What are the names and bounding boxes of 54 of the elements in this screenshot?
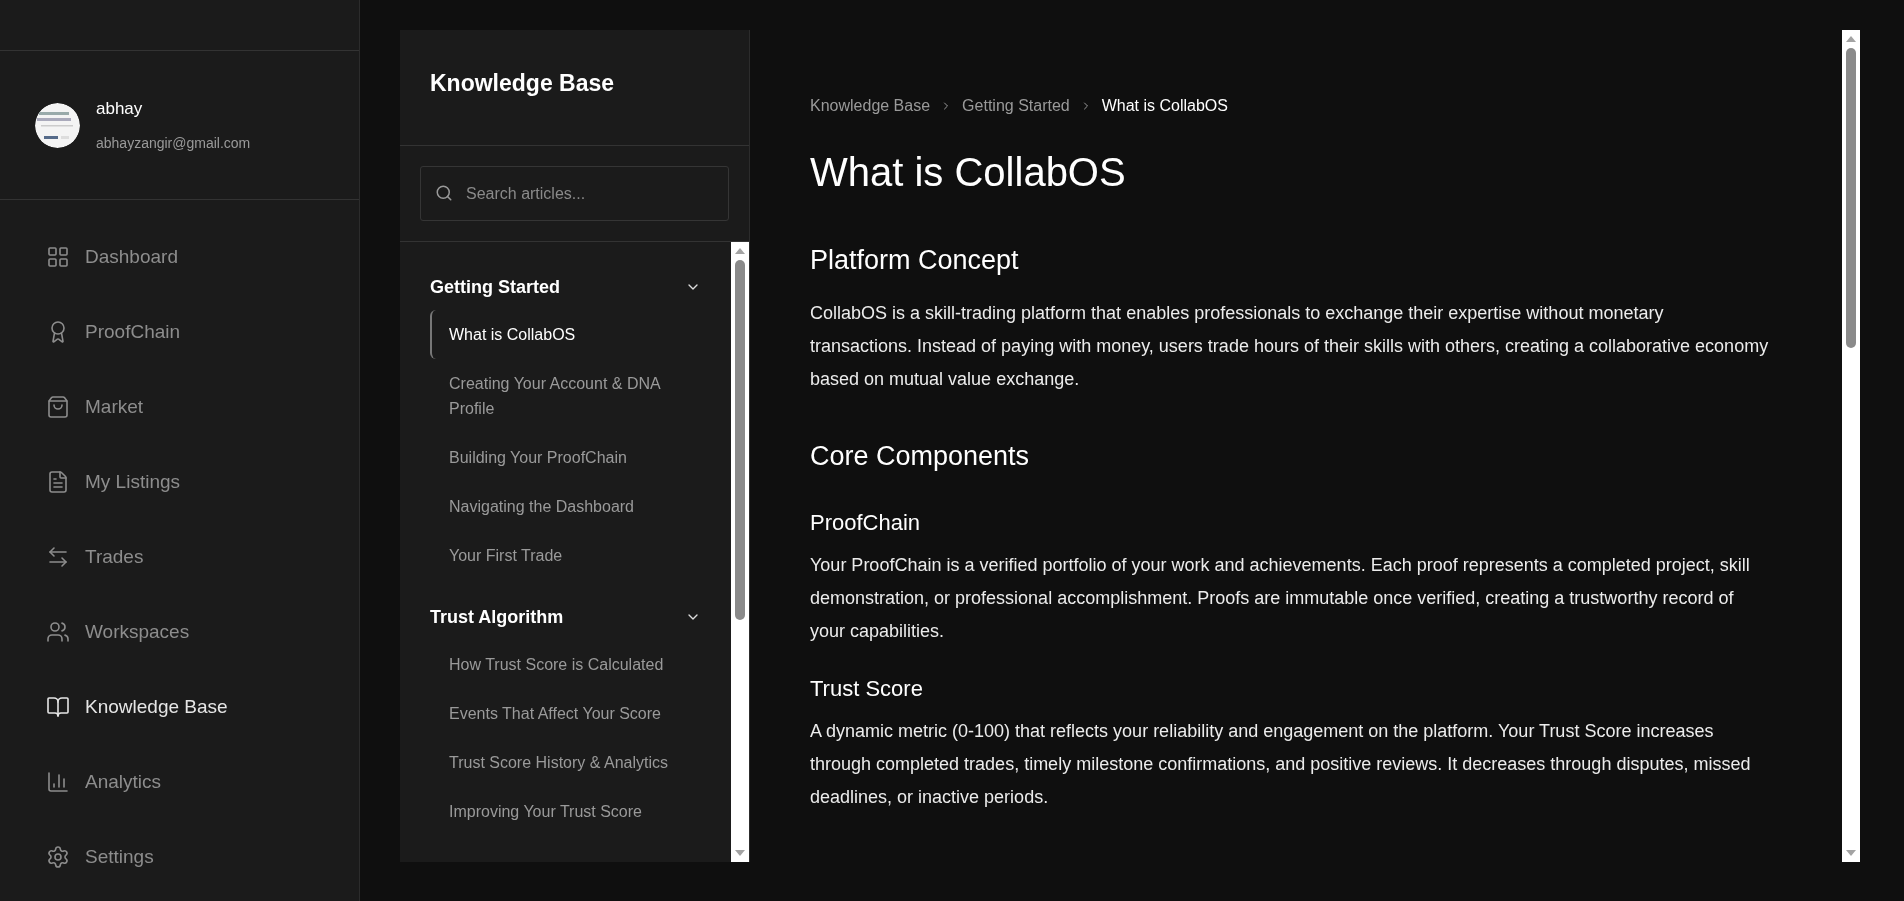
nav-item[interactable]: Knowledge Base: [46, 682, 339, 732]
section-header[interactable]: Trust Algorithm: [430, 602, 701, 632]
article-title: What is CollabOS: [810, 149, 1127, 196]
scrollbar-thumb[interactable]: [735, 260, 745, 620]
scroll-down-icon[interactable]: [1845, 848, 1857, 858]
swap-arrows-icon: [46, 545, 70, 569]
nav-item[interactable]: Trades: [46, 532, 339, 582]
panel-title: Knowledge Base: [430, 69, 615, 99]
article-link[interactable]: Your First Trade: [430, 531, 701, 580]
search-field[interactable]: Search articles...: [420, 166, 729, 221]
user-name: abhay: [96, 97, 144, 120]
paragraph: CollabOS is a skill-trading platform that enables professionals to exchange their expertise without monetary transactions. Instead of paying with money, users trade hours of their skills with others, creating a collaborative economy based on mutual value exchange.: [810, 301, 1770, 391]
article-link[interactable]: What is CollabOS: [430, 310, 701, 359]
nav-item[interactable]: Workspaces: [46, 607, 339, 657]
user-email: abhayzangir@gmail.com: [96, 134, 251, 154]
breadcrumb-link[interactable]: What is CollabOS: [1101, 94, 1228, 118]
section-heading: Platform Concept: [810, 244, 1020, 277]
grid-icon: [46, 245, 70, 269]
section-title: Trust Algorithm: [430, 605, 564, 629]
paragraph: A dynamic metric (0-100) that reflects your reliability and engagement on the platform. Your Trust Score increases through completed trades, timely milestone confirmations, and positive reviews. It decreases through disputes, missed deadlines, or inactive periods.: [810, 720, 1752, 809]
nav-item[interactable]: Analytics: [46, 757, 339, 807]
article-link[interactable]: Improving Your Trust Score: [430, 787, 701, 836]
article-link[interactable]: Creating Your Account & DNA Profile: [430, 359, 701, 433]
settings-icon: [46, 845, 70, 869]
article-link[interactable]: Building Your ProofChain: [430, 433, 701, 482]
scrollbar[interactable]: [731, 242, 749, 862]
paragraph: Your ProofChain is a verified portfolio of your work and achievements. Each proof represents a completed project, skill demonstration, or professional accomplishment. Proofs are immutable once verified, creating a trustworthy record of your capabilities.: [810, 554, 1751, 643]
nav-item[interactable]: Settings: [46, 832, 339, 882]
breadcrumb-link[interactable]: Getting Started: [962, 94, 1070, 118]
section-title: Getting Started: [430, 275, 560, 299]
section-heading: Core Components: [810, 439, 1031, 473]
article-link[interactable]: How Trust Score is Calculated: [430, 640, 701, 689]
scrollbar-thumb[interactable]: [1846, 48, 1856, 348]
nav-item[interactable]: ProofChain: [46, 307, 339, 357]
users-icon: [46, 620, 70, 644]
article-link[interactable]: Trust Score History & Analytics: [430, 738, 701, 787]
subsection-heading: ProofChain: [810, 509, 922, 537]
book-icon: [46, 695, 70, 719]
section-header[interactable]: Getting Started: [430, 272, 701, 302]
article-link[interactable]: Navigating the Dashboard: [430, 482, 701, 531]
bag-icon: [46, 395, 70, 419]
nav-item[interactable]: My Listings: [46, 457, 339, 507]
breadcrumb-link[interactable]: Knowledge Base: [810, 94, 931, 118]
scroll-down-icon[interactable]: [734, 848, 746, 858]
scroll-up-icon[interactable]: [734, 246, 746, 256]
scroll-up-icon[interactable]: [1845, 34, 1857, 44]
scrollbar[interactable]: [1842, 30, 1860, 862]
document-icon: [46, 470, 70, 494]
nav-item[interactable]: Dashboard: [46, 232, 339, 282]
bar-chart-icon: [46, 770, 70, 794]
subsection-heading: Trust Score: [810, 675, 924, 703]
nav-item[interactable]: Market: [46, 382, 339, 432]
article-link[interactable]: Events That Affect Your Score: [430, 689, 701, 738]
search-icon: [435, 184, 453, 202]
